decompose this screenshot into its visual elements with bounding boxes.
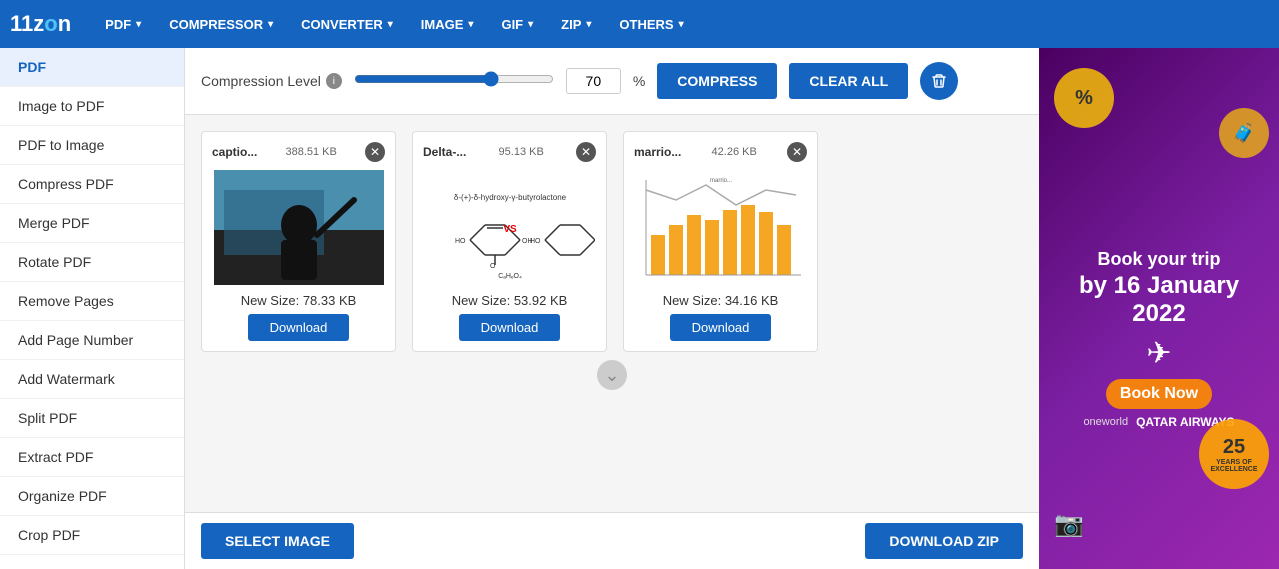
card-preview: δ-(+)-δ-hydroxy-γ-butyrolactone [425, 170, 595, 285]
card-size: 95.13 KB [499, 146, 544, 158]
cards-scroll-area: captio... 388.51 KB ✕ [185, 115, 1039, 512]
svg-text:δ-(+)-δ-hydroxy-γ-butyrolacton: δ-(+)-δ-hydroxy-γ-butyrolactone [453, 193, 566, 202]
ad-percent-icon: % [1054, 68, 1114, 128]
card-close-button[interactable]: ✕ [787, 142, 807, 162]
nav-menu: PDF ▾ COMPRESSOR ▾ CONVERTER ▾ IMAGE ▾ G… [91, 0, 697, 48]
card-preview [214, 170, 384, 285]
card-header: Delta-... 95.13 KB ✕ [423, 142, 596, 162]
top-navigation: 11zon PDF ▾ COMPRESSOR ▾ CONVERTER ▾ IMA… [0, 0, 1279, 48]
card-filename: captio... [212, 145, 257, 159]
card-filename: Delta-... [423, 145, 466, 159]
download-button[interactable]: Download [670, 314, 772, 341]
sidebar-item-compress-pdf[interactable]: Compress PDF [0, 165, 184, 204]
scroll-down-icon: ⌄ [597, 360, 627, 390]
ad-book-line2: by 16 January [1079, 272, 1239, 300]
scroll-indicator: ⌄ [201, 352, 1023, 398]
ad-bag-icon: 🧳 [1219, 108, 1269, 158]
sidebar-item-add-page-number[interactable]: Add Page Number [0, 321, 184, 360]
sidebar-item-pdf-to-image[interactable]: PDF to Image [0, 126, 184, 165]
percent-label: % [633, 73, 645, 89]
svg-text:VS: VS [503, 224, 517, 235]
download-button[interactable]: Download [459, 314, 561, 341]
compression-slider-container [354, 71, 554, 92]
card-preview: marrio... [636, 170, 806, 285]
file-card: marrio... 42.26 KB ✕ [623, 131, 818, 352]
sidebar-item-image-to-pdf[interactable]: Image to PDF [0, 87, 184, 126]
sidebar-item-crop-pdf[interactable]: Crop PDF [0, 516, 184, 555]
app-logo: 11zon [10, 11, 71, 37]
svg-text:marrio...: marrio... [709, 178, 731, 184]
trash-button[interactable] [920, 62, 958, 100]
toolbar: Compression Level i % COMPRESS CLEAR ALL [185, 48, 1039, 115]
sidebar: PDF Image to PDF PDF to Image Compress P… [0, 48, 185, 569]
card-close-button[interactable]: ✕ [365, 142, 385, 162]
bottom-bar: SELECT IMAGE DOWNLOAD ZIP [185, 512, 1039, 569]
ad-book-line1: Book your trip [1079, 248, 1239, 271]
svg-text:HO: HO [455, 238, 466, 245]
compression-value-input[interactable] [566, 68, 621, 94]
file-card: Delta-... 95.13 KB ✕ δ-(+)-δ-hydroxy-γ-b… [412, 131, 607, 352]
card-new-size: New Size: 34.16 KB [663, 293, 779, 308]
main-layout: PDF Image to PDF PDF to Image Compress P… [0, 48, 1279, 569]
sidebar-item-rotate-pdf[interactable]: Rotate PDF [0, 243, 184, 282]
ad-book-line3: 2022 [1079, 300, 1239, 328]
card-filename: marrio... [634, 145, 681, 159]
file-card: captio... 388.51 KB ✕ [201, 131, 396, 352]
preview-image-chem: δ-(+)-δ-hydroxy-γ-butyrolactone [425, 170, 595, 285]
clear-all-button[interactable]: CLEAR ALL [789, 63, 908, 99]
card-new-size: New Size: 53.92 KB [452, 293, 568, 308]
sidebar-item-organize-pdf[interactable]: Organize PDF [0, 477, 184, 516]
nav-item-converter[interactable]: CONVERTER ▾ [287, 0, 407, 48]
chevron-down-icon: ▾ [679, 19, 684, 30]
download-button[interactable]: Download [248, 314, 350, 341]
preview-image-chart: marrio... [636, 170, 806, 285]
chevron-down-icon: ▾ [468, 19, 473, 30]
chevron-down-icon: ▾ [268, 19, 273, 30]
nav-item-pdf[interactable]: PDF ▾ [91, 0, 155, 48]
ad-plane-icon: ✈ [1146, 336, 1171, 371]
info-icon[interactable]: i [326, 73, 342, 89]
chevron-down-icon: ▾ [528, 19, 533, 30]
nav-item-image[interactable]: IMAGE ▾ [407, 0, 488, 48]
download-zip-button[interactable]: DOWNLOAD ZIP [865, 523, 1023, 559]
card-header: captio... 388.51 KB ✕ [212, 142, 385, 162]
nav-item-compressor[interactable]: COMPRESSOR ▾ [155, 0, 287, 48]
compression-slider[interactable] [354, 71, 554, 87]
card-close-button[interactable]: ✕ [576, 142, 596, 162]
sidebar-item-remove-pages[interactable]: Remove Pages [0, 282, 184, 321]
card-header: marrio... 42.26 KB ✕ [634, 142, 807, 162]
compression-label: Compression Level i [201, 73, 342, 89]
content-area: Compression Level i % COMPRESS CLEAR ALL [185, 48, 1039, 569]
ad-panel: % 🧳 Book your trip by 16 January 2022 25… [1039, 48, 1279, 569]
nav-item-zip[interactable]: ZIP ▾ [547, 0, 605, 48]
nav-item-gif[interactable]: GIF ▾ [487, 0, 547, 48]
cards-container: captio... 388.51 KB ✕ [201, 131, 1023, 352]
card-size: 42.26 KB [712, 146, 757, 158]
svg-text:HO: HO [530, 238, 541, 245]
nav-item-others[interactable]: OTHERS ▾ [605, 0, 697, 48]
trash-icon [931, 73, 947, 89]
ad-badge: 25 YEARS OFEXCELLENCE [1199, 419, 1269, 489]
chevron-down-icon: ▾ [136, 19, 141, 30]
sidebar-item-extract-pdf[interactable]: Extract PDF [0, 438, 184, 477]
ad-content: % 🧳 Book your trip by 16 January 2022 25… [1039, 48, 1279, 569]
chevron-down-icon: ▾ [388, 19, 393, 30]
compress-button[interactable]: COMPRESS [657, 63, 777, 99]
ad-book-now[interactable]: Book Now [1106, 379, 1212, 409]
card-new-size: New Size: 78.33 KB [241, 293, 357, 308]
card-size: 388.51 KB [285, 146, 336, 158]
ad-brand: oneworld [1083, 416, 1128, 428]
ad-camera-icon: 📷 [1054, 510, 1084, 539]
preview-image-person [214, 170, 384, 285]
chevron-down-icon: ▾ [586, 19, 591, 30]
select-image-button[interactable]: SELECT IMAGE [201, 523, 354, 559]
svg-text:CₐHₑO₄: CₐHₑO₄ [498, 273, 522, 280]
logo-accent: o [44, 11, 57, 36]
sidebar-item-pdf[interactable]: PDF [0, 48, 184, 87]
sidebar-item-split-pdf[interactable]: Split PDF [0, 399, 184, 438]
sidebar-item-add-watermark[interactable]: Add Watermark [0, 360, 184, 399]
sidebar-item-merge-pdf[interactable]: Merge PDF [0, 204, 184, 243]
